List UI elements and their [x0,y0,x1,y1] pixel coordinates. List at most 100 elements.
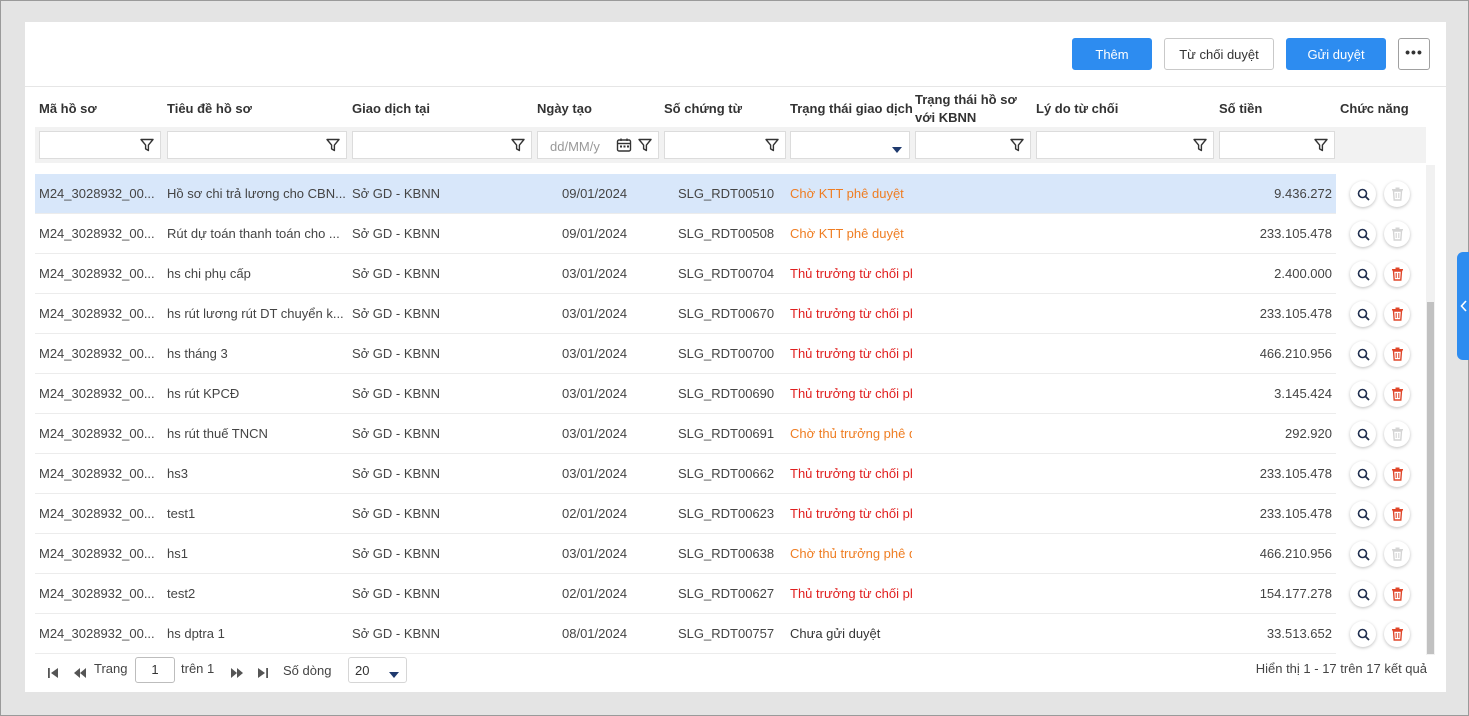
cell-trang-thai-gd: Thủ trưởng từ chối ph [790,306,912,321]
cell-so-tien: 233.105.478 [1259,306,1332,321]
table-row[interactable]: M24_3028932_00... hs rút thuế TNCN Sở GD -… [35,414,1426,454]
cell-ma-ho-so: M24_3028932_00... [39,226,155,241]
cell-so-chung-tu: SLG_RDT00670 [678,306,775,321]
cell-ma-ho-so: M24_3028932_00... [39,466,155,481]
caret-down-icon [891,142,903,157]
view-icon[interactable] [1350,541,1376,567]
delete-icon[interactable] [1384,261,1410,287]
cell-ngay-tao: 09/01/2024 [562,186,628,201]
send-approval-button[interactable]: Gửi duyệt [1286,38,1386,70]
table-row[interactable]: M24_3028932_00... hs1 Sở GD - KBNN 03/01/20… [35,534,1426,574]
cell-giao-dich-tai: Sở GD - KBNN [352,426,440,441]
table-row[interactable]: M24_3028932_00... hs rút KPCĐ Sở GD - KBNN… [35,374,1426,414]
table-row[interactable]: M24_3028932_00... hs chi phụ cấp Sở GD - K… [35,254,1426,294]
filter-icon[interactable] [139,137,155,156]
col-header-trang-thai-kbnn[interactable]: Trạng thái hồ sơ với KBNN [915,91,1025,127]
scrollbar-thumb[interactable] [1427,302,1434,654]
row-actions [1336,294,1426,334]
rows-per-page-select[interactable]: 20 [348,657,407,683]
cell-trang-thai-gd: Thủ trưởng từ chối ph [790,266,912,281]
cell-ma-ho-so: M24_3028932_00... [39,186,155,201]
last-page-icon[interactable] [257,663,269,687]
view-icon[interactable] [1350,461,1376,487]
row-actions [1336,174,1426,214]
toolbar: Thêm Từ chối duyệt Gửi duyệt ••• [1072,38,1430,70]
cell-giao-dich-tai: Sở GD - KBNN [352,386,440,401]
delete-icon[interactable] [1384,461,1410,487]
cell-so-tien: 3.145.424 [1274,386,1332,401]
filter-tieu-de[interactable] [167,131,347,159]
more-options-button[interactable]: ••• [1398,38,1430,70]
view-icon[interactable] [1350,381,1376,407]
filter-icon[interactable] [325,137,341,156]
cell-giao-dich-tai: Sở GD - KBNN [352,466,440,481]
col-header-ngay-tao[interactable]: Ngày tạo [537,100,592,118]
filter-icon[interactable] [1313,137,1329,156]
table-row[interactable]: M24_3028932_00... hs tháng 3 Sở GD - KBNN 0… [35,334,1426,374]
view-icon[interactable] [1350,301,1376,327]
delete-icon[interactable] [1384,581,1410,607]
view-icon[interactable] [1350,501,1376,527]
col-header-tieu-de[interactable]: Tiêu đề hồ sơ [167,100,252,118]
page-number-input[interactable]: 1 [135,657,175,683]
first-page-icon[interactable] [47,663,59,687]
filter-icon[interactable] [510,137,526,156]
view-icon[interactable] [1350,181,1376,207]
view-icon[interactable] [1350,581,1376,607]
view-icon[interactable] [1350,341,1376,367]
cell-ma-ho-so: M24_3028932_00... [39,586,155,601]
col-header-giao-dich-tai[interactable]: Giao dịch tại [352,100,430,118]
table-row[interactable]: M24_3028932_00... Rút dự toán thanh toán … [35,214,1426,254]
view-icon[interactable] [1350,421,1376,447]
cell-trang-thai-gd: Chờ KTT phê duyệt [790,186,904,201]
view-icon[interactable] [1350,261,1376,287]
delete-icon[interactable] [1384,501,1410,527]
table-row[interactable]: M24_3028932_00... test2 Sở GD - KBNN 02/01/… [35,574,1426,614]
delete-icon[interactable] [1384,621,1410,647]
page-of-label: trên 1 [181,661,215,676]
filter-so-chung-tu[interactable] [664,131,786,159]
filter-giao-dich-tai[interactable] [352,131,532,159]
side-panel-toggle[interactable] [1457,252,1469,360]
row-actions [1336,334,1426,374]
table-row[interactable]: M24_3028932_00... hs dptra 1 Sở GD - KBNN 0… [35,614,1426,654]
cell-giao-dich-tai: Sở GD - KBNN [352,346,440,361]
filter-so-tien[interactable] [1219,131,1335,159]
delete-icon[interactable] [1384,301,1410,327]
col-header-ma-ho-so[interactable]: Mã hồ sơ [39,100,97,118]
col-header-so-tien[interactable]: Số tiền [1219,100,1262,118]
filter-ngay-tao[interactable]: dd/MM/y [537,131,659,159]
table-row[interactable]: M24_3028932_00... test1 Sở GD - KBNN 02/01/… [35,494,1426,534]
filter-icon[interactable] [637,137,653,156]
prev-page-icon[interactable] [73,663,87,687]
filter-icon[interactable] [1192,137,1208,156]
view-icon[interactable] [1350,621,1376,647]
filter-icon[interactable] [764,137,780,156]
cell-so-tien: 233.105.478 [1259,506,1332,521]
table-row[interactable]: M24_3028932_00... Hồ sơ chi trả lương cho… [35,174,1426,214]
cell-tieu-de: test2 [167,586,196,601]
filter-ma-ho-so[interactable] [39,131,161,159]
add-button[interactable]: Thêm [1072,38,1152,70]
col-header-trang-thai-gd[interactable]: Trạng thái giao dịch [790,100,913,118]
cell-trang-thai-gd: Chờ KTT phê duyệt [790,226,904,241]
next-page-icon[interactable] [230,663,244,687]
col-header-chuc-nang: Chức năng [1340,101,1409,116]
filter-icon[interactable] [1009,137,1025,156]
cell-so-chung-tu: SLG_RDT00623 [678,506,775,521]
filter-trang-thai-gd-select[interactable] [790,131,910,159]
cell-ngay-tao: 03/01/2024 [562,266,628,281]
table-row[interactable]: M24_3028932_00... hs3 Sở GD - KBNN 03/01/20… [35,454,1426,494]
view-icon[interactable] [1350,221,1376,247]
cell-ngay-tao: 03/01/2024 [562,306,628,321]
filter-ly-do[interactable] [1036,131,1214,159]
col-header-ly-do[interactable]: Lý do từ chối [1036,100,1118,118]
calendar-icon[interactable] [616,137,632,156]
table-row[interactable]: M24_3028932_00... hs rút lương rút DT chu… [35,294,1426,334]
delete-icon[interactable] [1384,341,1410,367]
col-header-so-chung-tu[interactable]: Số chứng từ [664,100,742,118]
filter-trang-thai-kbnn[interactable] [915,131,1031,159]
reject-approval-button[interactable]: Từ chối duyệt [1164,38,1274,70]
delete-icon[interactable] [1384,381,1410,407]
cell-tieu-de: hs rút lương rút DT chuyển k... [167,306,344,321]
